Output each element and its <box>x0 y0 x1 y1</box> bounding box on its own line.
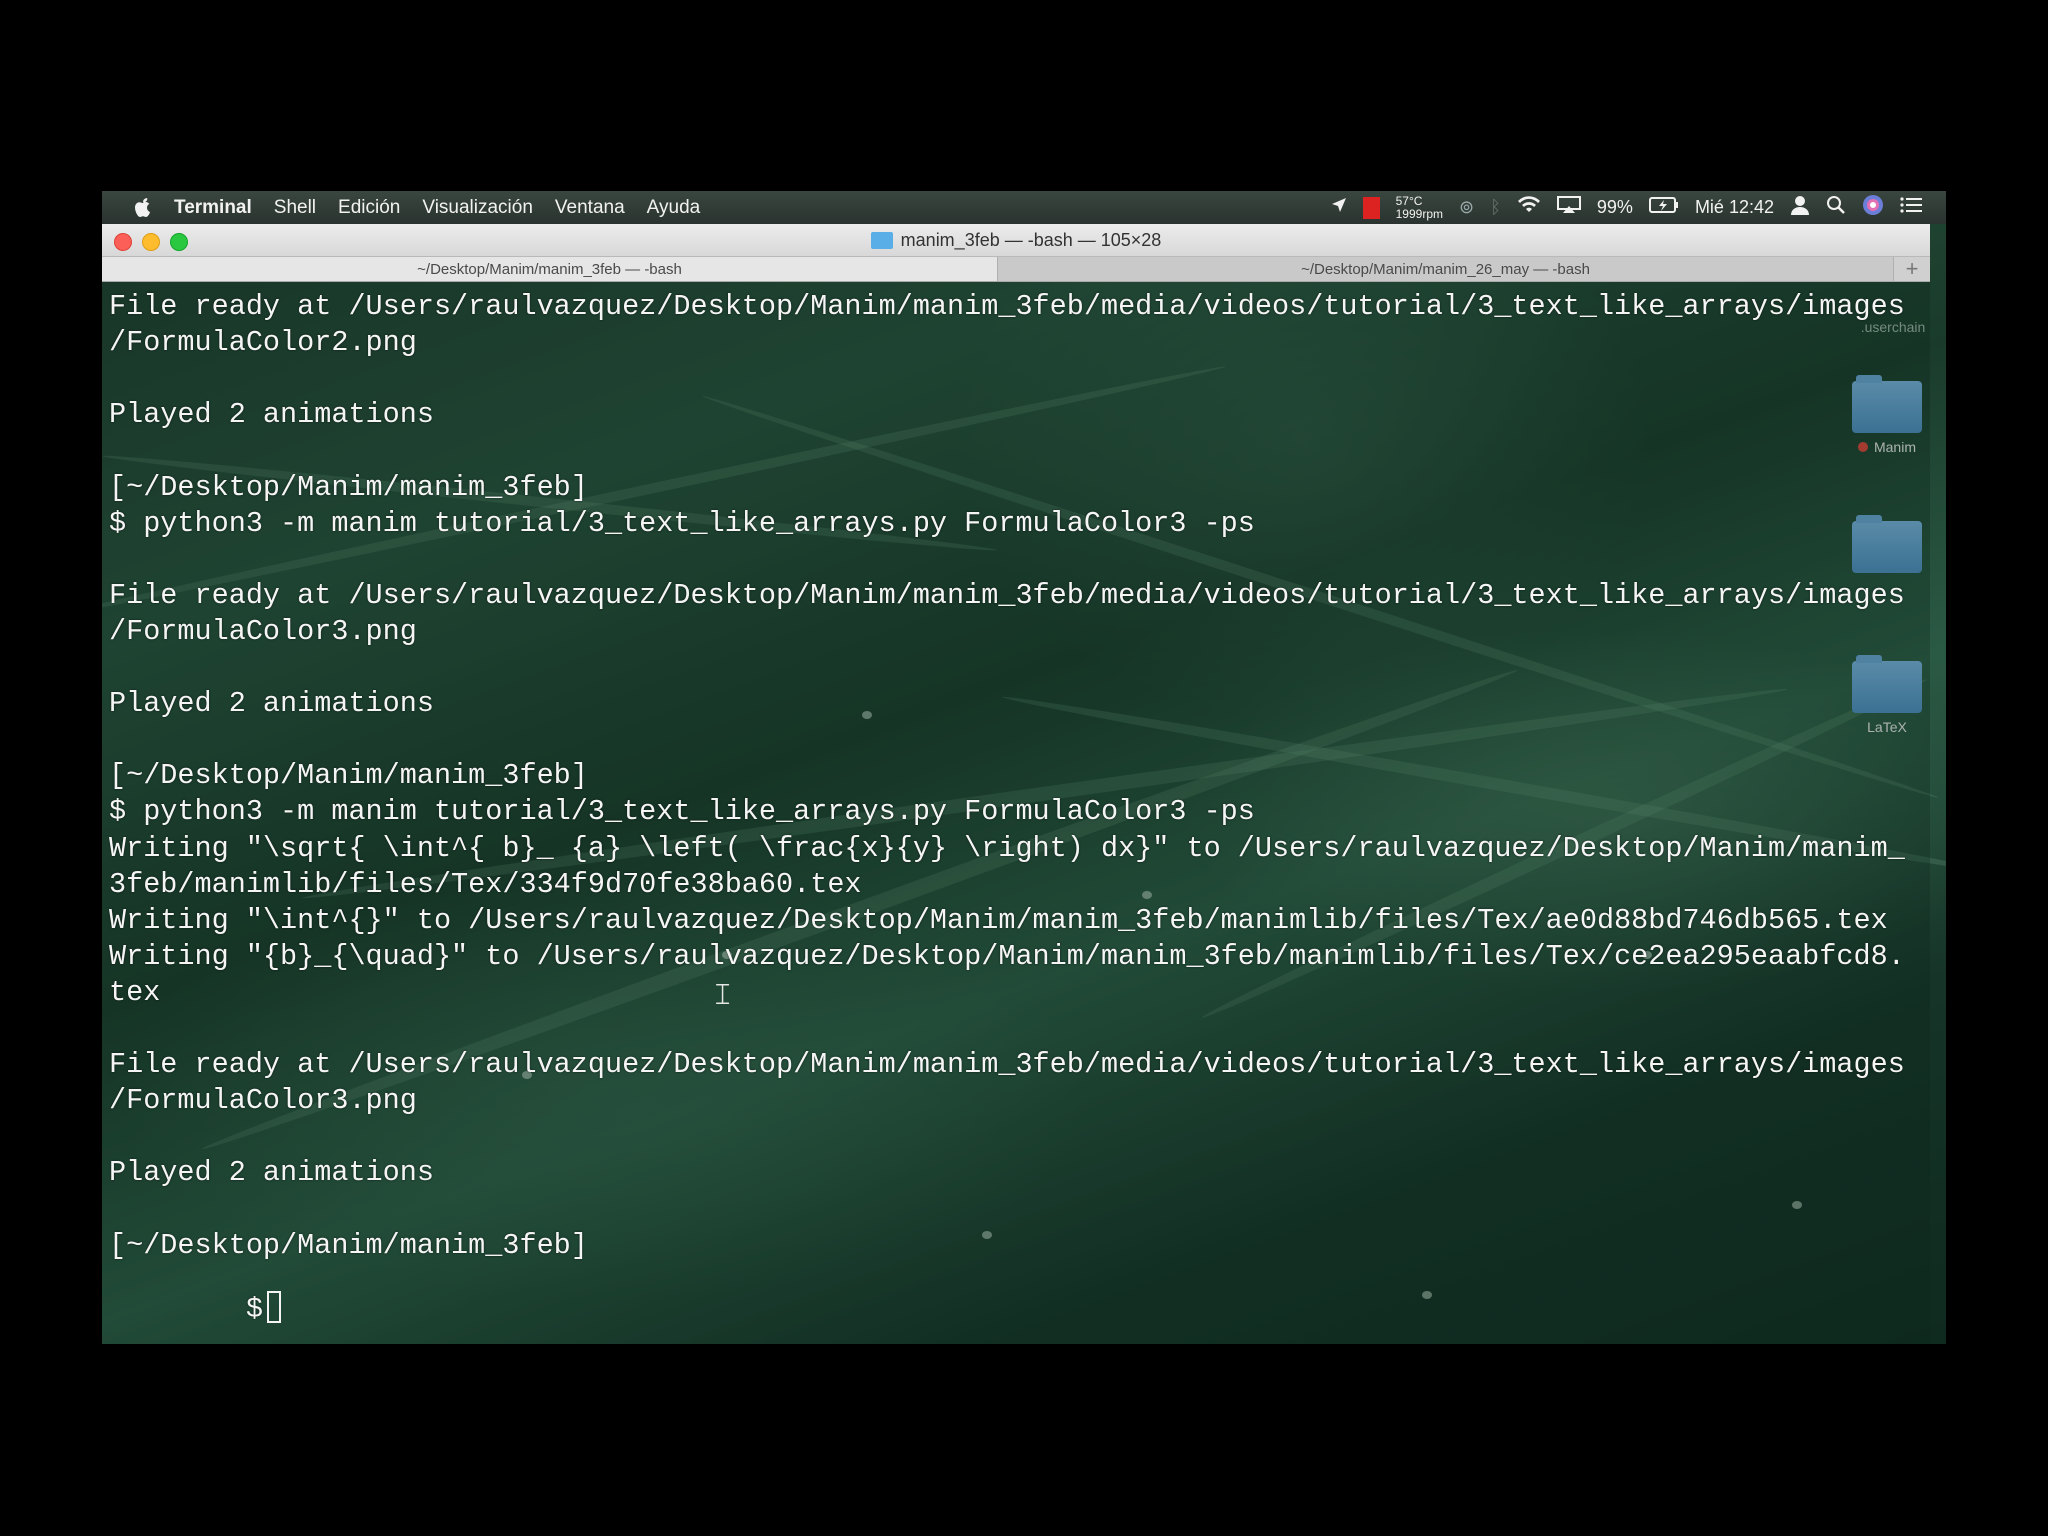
temperature-readout[interactable]: 57°C 1999rpm <box>1395 193 1443 221</box>
menu-visualizacion[interactable]: Visualización <box>422 197 533 219</box>
clock[interactable]: Mié 12:42 <box>1695 197 1774 218</box>
menu-shell[interactable]: Shell <box>274 197 316 219</box>
terminal-line: Played 2 animations <box>109 1156 434 1190</box>
menu-bar: Terminal Shell Edición Visualización Ven… <box>102 191 1946 224</box>
spotlight-search-icon[interactable] <box>1826 195 1846 220</box>
temperature-gauge-icon[interactable] <box>1362 196 1380 219</box>
creative-cloud-icon[interactable]: ⊚ <box>1459 197 1474 218</box>
terminal-line: /FormulaColor3.png <box>109 1084 417 1118</box>
tab-label: ~/Desktop/Manim/manim_3feb — -bash <box>417 260 682 278</box>
terminal-line: [~/Desktop/Manim/manim_3feb] <box>109 470 588 504</box>
menu-ventana[interactable]: Ventana <box>555 197 625 219</box>
tab-bar: ~/Desktop/Manim/manim_3feb — -bash ~/Des… <box>102 256 1930 282</box>
menu-app-terminal[interactable]: Terminal <box>174 197 252 219</box>
terminal-line: tex <box>109 975 161 1009</box>
desktop-screen: Terminal Shell Edición Visualización Ven… <box>102 191 1946 1344</box>
prompt-symbol: $ <box>245 1293 263 1326</box>
text-cursor <box>266 1291 281 1323</box>
terminal-line: Writing "\sqrt{ \int^{ b}_ {a} \left( \f… <box>109 831 1905 865</box>
terminal-line: Writing "{b}_{\quad}" to /Users/raulvazq… <box>109 939 1905 973</box>
menu-edicion[interactable]: Edición <box>338 197 400 219</box>
terminal-line: /FormulaColor3.png <box>109 614 417 648</box>
terminal-line: File ready at /Users/raulvazquez/Desktop… <box>109 1048 1905 1082</box>
battery-icon[interactable] <box>1648 197 1679 218</box>
terminal-line: $ python3 -m manim tutorial/3_text_like_… <box>109 506 1255 540</box>
terminal-line: File ready at /Users/raulvazquez/Desktop… <box>109 578 1905 612</box>
terminal-line: Played 2 animations <box>109 687 434 721</box>
window-titlebar[interactable]: manim_3feb — -bash — 105×28 <box>102 224 1930 257</box>
tab-label: ~/Desktop/Manim/manim_26_may — -bash <box>1301 260 1590 278</box>
terminal-line: Played 2 animations <box>109 398 434 432</box>
terminal-window: manim_3feb — -bash — 105×28 ~/Desktop/Ma… <box>102 224 1930 1344</box>
terminal-line: $ python3 -m manim tutorial/3_text_like_… <box>109 795 1255 829</box>
fan-rpm-value: 1999rpm <box>1395 206 1443 221</box>
ibeam-cursor-icon: 𝙸 <box>712 977 734 1012</box>
user-icon[interactable] <box>1790 195 1810 220</box>
battery-percent[interactable]: 99% <box>1597 197 1633 218</box>
airplay-icon[interactable] <box>1556 196 1581 219</box>
terminal-line: [~/Desktop/Manim/manim_3feb] <box>109 759 588 793</box>
window-title-text: manim_3feb — -bash — 105×28 <box>900 229 1162 250</box>
terminal-line: 3feb/manimlib/files/Tex/334f9d70fe38ba60… <box>109 867 862 901</box>
siri-icon[interactable] <box>1862 194 1884 221</box>
tab-manim-26-may[interactable]: ~/Desktop/Manim/manim_26_may — -bash <box>998 257 1894 281</box>
wifi-icon[interactable] <box>1517 196 1541 219</box>
folder-icon <box>870 231 893 249</box>
apple-icon[interactable] <box>128 191 158 224</box>
notification-center-icon[interactable] <box>1900 196 1922 219</box>
temperature-value: 57°C <box>1395 193 1423 208</box>
menu-bar-status: 57°C 1999rpm ⊚ ᛒ 99% Mié 12:42 <box>1331 191 1946 224</box>
terminal-line: /FormulaColor2.png <box>109 326 417 360</box>
window-title: manim_3feb — -bash — 105×28 <box>102 224 1930 256</box>
bluetooth-icon[interactable]: ᛒ <box>1490 197 1501 218</box>
location-arrow-icon[interactable] <box>1331 197 1347 218</box>
new-tab-button[interactable]: + <box>1894 256 1930 281</box>
menu-ayuda[interactable]: Ayuda <box>647 197 701 219</box>
terminal-line: Writing "\int^{}" to /Users/raulvazquez/… <box>109 903 1888 937</box>
tab-manim-3feb[interactable]: ~/Desktop/Manim/manim_3feb — -bash <box>102 257 998 281</box>
terminal-prompt-line[interactable]: $ <box>109 1255 281 1344</box>
terminal-output[interactable]: File ready at /Users/raulvazquez/Desktop… <box>102 282 1930 1344</box>
terminal-line: File ready at /Users/raulvazquez/Desktop… <box>109 290 1905 323</box>
